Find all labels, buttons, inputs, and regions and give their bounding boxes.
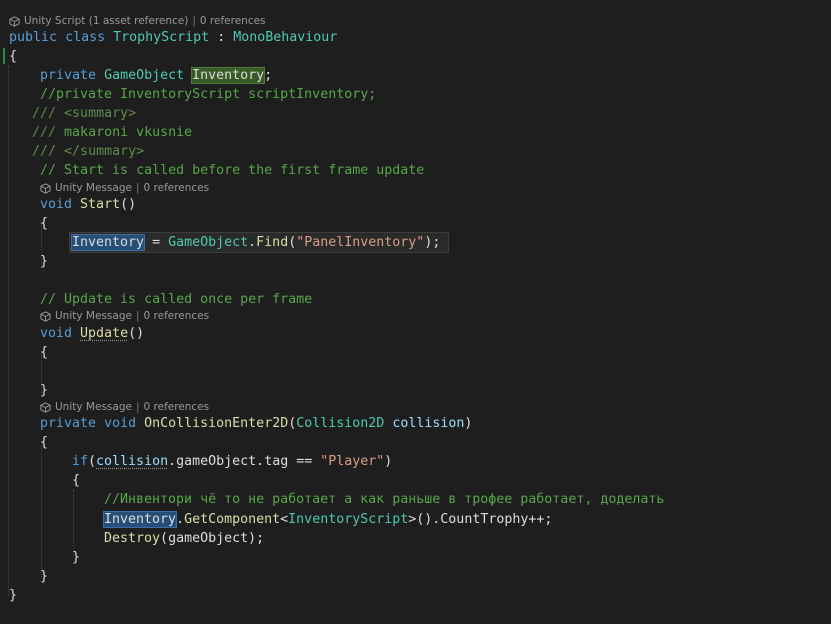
- class-name[interactable]: TrophyScript: [113, 30, 209, 45]
- destroy-method[interactable]: Destroy: [104, 531, 160, 546]
- code-line[interactable]: Inventory.GetComponent<InventoryScript>(…: [0, 510, 831, 529]
- code-line[interactable]: void Start(): [0, 195, 831, 214]
- codelens-references[interactable]: 0 references: [200, 14, 266, 29]
- codelens-label: Unity Message: [55, 400, 132, 415]
- codelens-start[interactable]: Unity Message | 0 references: [0, 181, 831, 196]
- codelens-references[interactable]: 0 references: [144, 400, 210, 415]
- code-line[interactable]: private void OnCollisionEnter2D(Collisio…: [0, 414, 831, 433]
- code-line[interactable]: {: [0, 214, 831, 233]
- code-line[interactable]: {: [0, 343, 831, 362]
- code-line[interactable]: Destroy(gameObject);: [0, 529, 831, 548]
- code-line[interactable]: private GameObject Inventory;: [0, 66, 831, 85]
- code-line[interactable]: // Start is called before the first fram…: [0, 161, 831, 180]
- inventory-reference-highlight[interactable]: Inventory: [72, 235, 144, 250]
- codelens-label: Unity Message: [55, 309, 132, 324]
- code-line[interactable]: }: [0, 381, 831, 400]
- codelens-label: Unity Script (1 asset reference): [24, 14, 188, 29]
- code-line[interactable]: public class TrophyScript : MonoBehaviou…: [0, 28, 831, 47]
- code-line[interactable]: }: [0, 252, 831, 271]
- collision-method[interactable]: OnCollisionEnter2D: [144, 416, 288, 431]
- code-line[interactable]: }: [0, 567, 831, 586]
- code-line[interactable]: void Update(): [0, 324, 831, 343]
- code-line[interactable]: }: [0, 548, 831, 567]
- code-line[interactable]: {: [0, 47, 831, 66]
- code-line[interactable]: /// </summary>: [0, 142, 831, 161]
- inventory-field-highlight[interactable]: Inventory: [192, 68, 264, 83]
- codelens-collision[interactable]: Unity Message | 0 references: [0, 400, 831, 415]
- codelens-references[interactable]: 0 references: [144, 181, 210, 196]
- code-line[interactable]: /// <summary>: [0, 104, 831, 123]
- unity-icon: [40, 311, 51, 322]
- code-line[interactable]: //private InventoryScript scriptInventor…: [0, 85, 831, 104]
- code-line[interactable]: {: [0, 433, 831, 452]
- code-line[interactable]: /// makaroni vkusnie: [0, 123, 831, 142]
- codelens-label: Unity Message: [55, 181, 132, 196]
- unity-icon: [40, 402, 51, 413]
- update-method[interactable]: Update: [80, 326, 128, 341]
- codelens-class[interactable]: Unity Script (1 asset reference) | 0 ref…: [0, 14, 831, 29]
- base-class[interactable]: MonoBehaviour: [233, 30, 337, 45]
- unity-icon: [40, 183, 51, 194]
- find-method[interactable]: Find: [256, 235, 288, 250]
- codelens-references[interactable]: 0 references: [144, 309, 210, 324]
- code-line[interactable]: if(collision.gameObject.tag == "Player"): [0, 452, 831, 471]
- code-line[interactable]: }: [0, 586, 831, 605]
- inventory-reference-highlight[interactable]: Inventory: [104, 512, 176, 527]
- unity-icon: [9, 16, 20, 27]
- code-line[interactable]: // Update is called once per frame: [0, 290, 831, 309]
- getcomponent-method[interactable]: GetComponent: [184, 512, 280, 527]
- code-line[interactable]: Inventory = GameObject.Find("PanelInvent…: [0, 233, 831, 252]
- start-method[interactable]: Start: [80, 197, 120, 212]
- code-line[interactable]: {: [0, 471, 831, 490]
- code-line[interactable]: //Инвентори чё то не работает а как рань…: [0, 490, 831, 509]
- codelens-update[interactable]: Unity Message | 0 references: [0, 309, 831, 324]
